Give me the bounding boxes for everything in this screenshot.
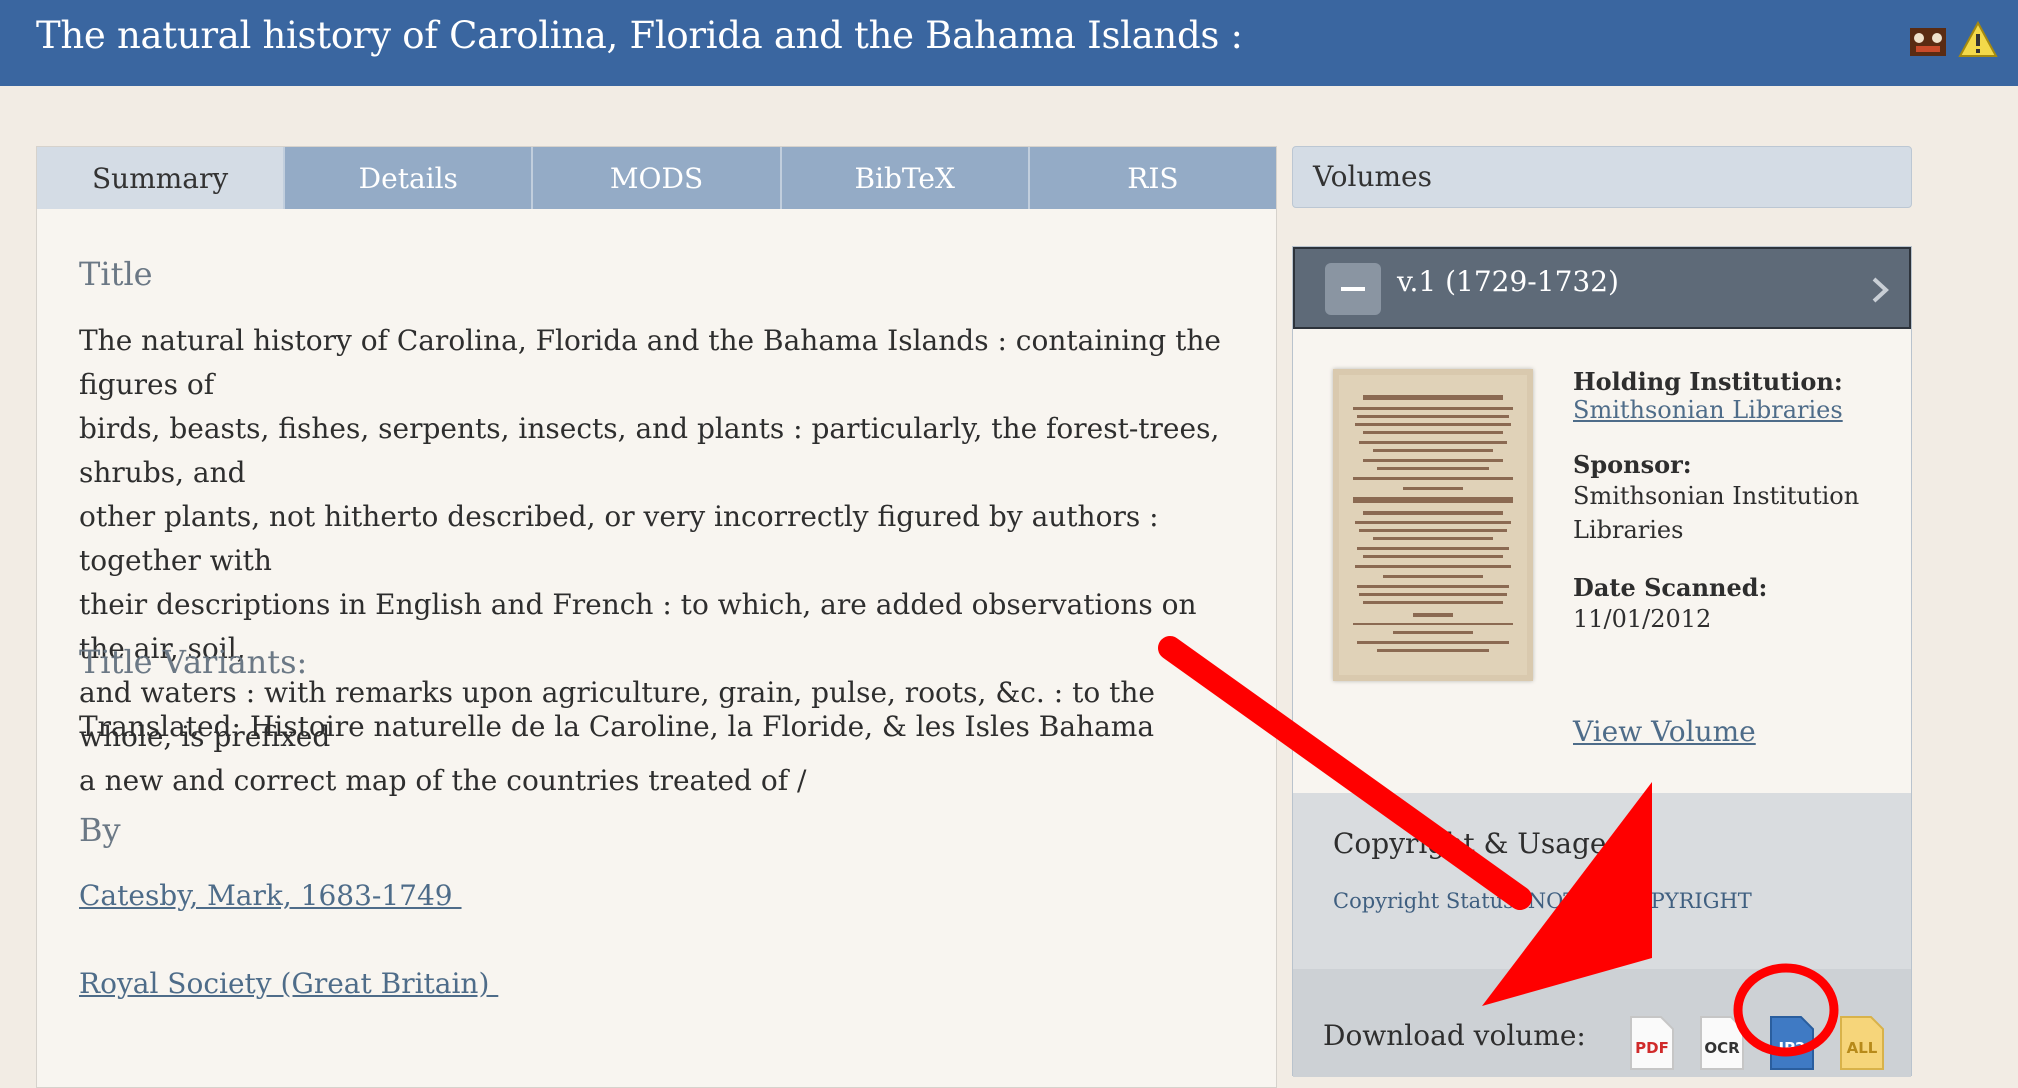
download-label: Download volume: bbox=[1323, 1019, 1586, 1052]
title-line: The natural history of Carolina, Florida… bbox=[79, 324, 1221, 401]
sponsor-value: Smithsonian Institution bbox=[1573, 482, 1860, 510]
all-download-label: ALL bbox=[1847, 1039, 1878, 1057]
copyright-section: Copyright & Usage: Copyright Status: NOT… bbox=[1293, 793, 1911, 969]
pdf-download-label: PDF bbox=[1635, 1039, 1669, 1057]
holding-institution-label: Holding Institution: bbox=[1573, 367, 1843, 396]
tab-details[interactable]: Details bbox=[285, 147, 534, 209]
date-scanned-value: 11/01/2012 bbox=[1573, 605, 1712, 633]
jp2-download-icon[interactable]: JP2 bbox=[1769, 1015, 1815, 1071]
title-line: birds, beasts, fishes, serpents, insects… bbox=[79, 412, 1220, 489]
volume-thumbnail[interactable] bbox=[1333, 369, 1533, 681]
sponsor-value: Libraries bbox=[1573, 516, 1684, 544]
volume-title: v.1 (1729-1732) bbox=[1397, 265, 1619, 298]
title-page-image bbox=[1333, 369, 1533, 681]
chevron-right-icon[interactable] bbox=[1867, 273, 1893, 307]
copyright-status: Copyright Status: NOT IN COPYRIGHT bbox=[1333, 889, 1752, 913]
library-logo-icon[interactable] bbox=[1908, 20, 1948, 60]
tab-bar: Summary Details MODS BibTeX RIS bbox=[37, 147, 1277, 209]
author-link-catesby[interactable]: Catesby, Mark, 1683-1749 bbox=[79, 879, 462, 912]
by-label: By bbox=[79, 811, 121, 849]
volume-header[interactable]: v.1 (1729-1732) bbox=[1293, 247, 1911, 329]
tab-summary[interactable]: Summary bbox=[37, 147, 286, 209]
title-line: other plants, not hitherto described, or… bbox=[79, 500, 1159, 577]
jp2-download-label: JP2 bbox=[1777, 1039, 1805, 1057]
ocr-download-icon[interactable]: OCR bbox=[1699, 1015, 1745, 1071]
view-volume-link[interactable]: View Volume bbox=[1573, 715, 1756, 748]
collapse-button[interactable] bbox=[1325, 263, 1381, 315]
title-variants-label: Title Variants: bbox=[79, 643, 308, 681]
sponsor-label: Sponsor: bbox=[1573, 450, 1692, 479]
tab-mods[interactable]: MODS bbox=[533, 147, 782, 209]
holding-institution-link[interactable]: Smithsonian Libraries bbox=[1573, 396, 1893, 424]
tab-ris[interactable]: RIS bbox=[1029, 147, 1277, 209]
tab-bibtex[interactable]: BibTeX bbox=[781, 147, 1030, 209]
title-variant-text: Translated: Histoire naturelle de la Car… bbox=[79, 710, 1155, 743]
summary-panel: Summary Details MODS BibTeX RIS Title Th… bbox=[36, 146, 1277, 1088]
warning-icon[interactable] bbox=[1958, 20, 1998, 60]
author-link-royal-society[interactable]: Royal Society (Great Britain) bbox=[79, 967, 498, 1000]
top-header-bar: The natural history of Carolina, Florida… bbox=[0, 0, 2018, 86]
title-line: a new and correct map of the countries t… bbox=[79, 764, 807, 797]
date-scanned-label: Date Scanned: bbox=[1573, 573, 1768, 602]
copyright-label: Copyright & Usage: bbox=[1333, 827, 1616, 860]
ocr-download-label: OCR bbox=[1704, 1039, 1740, 1057]
page-title: The natural history of Carolina, Florida… bbox=[36, 14, 1243, 57]
all-download-icon[interactable]: ALL bbox=[1839, 1015, 1885, 1071]
volume-metadata: Holding Institution: Smithsonian Librari… bbox=[1573, 367, 1893, 636]
title-label: Title bbox=[79, 255, 153, 293]
download-section: Download volume: PDF OCR JP2 ALL bbox=[1293, 969, 1911, 1077]
volumes-header: Volumes bbox=[1292, 146, 1912, 208]
pdf-download-icon[interactable]: PDF bbox=[1629, 1015, 1675, 1071]
volume-card: v.1 (1729-1732) Holding Institution: Smi… bbox=[1292, 246, 1912, 1077]
